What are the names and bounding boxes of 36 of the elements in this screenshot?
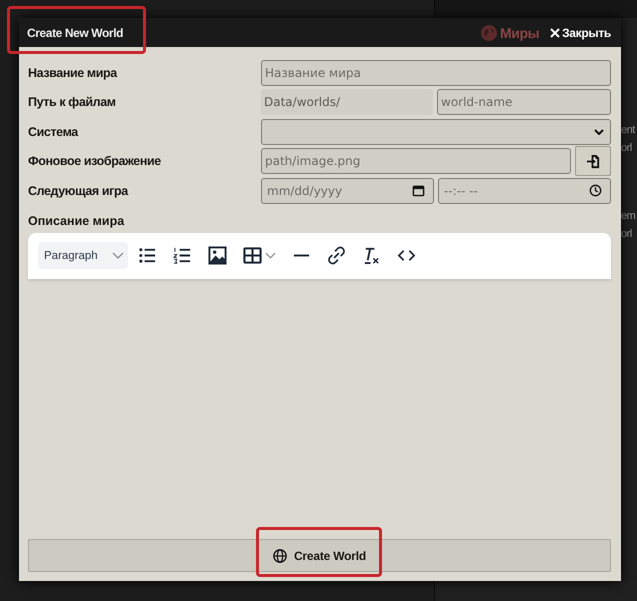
list-text: orl: [621, 227, 632, 242]
input-field[interactable]: world-name: [437, 89, 611, 116]
close-icon: [550, 28, 560, 38]
clock-icon: [589, 184, 602, 198]
section-label: Описание мира: [28, 214, 126, 228]
file-picker-button[interactable]: [575, 146, 611, 176]
field-label: Путь к файлам: [28, 95, 117, 110]
field-label: Следующая игра: [28, 184, 130, 198]
globe-icon: [481, 25, 497, 41]
bullet-list-icon[interactable]: [138, 246, 157, 265]
format-dropdown[interactable]: Paragraph: [38, 242, 128, 269]
link-icon[interactable]: [327, 246, 346, 265]
input-field[interactable]: path/image.png: [261, 148, 571, 174]
list-text: orl: [621, 141, 632, 156]
list-text: em: [621, 209, 636, 224]
chevron-icon: [594, 128, 604, 135]
file-import-icon: [586, 154, 600, 169]
select-field[interactable]: [261, 118, 611, 145]
globe-icon: [272, 548, 287, 562]
create-button[interactable]: Create World: [28, 539, 611, 572]
panel-title: Миры: [500, 25, 540, 41]
input-field[interactable]: Название мира: [261, 60, 611, 86]
window-title: Create New World: [27, 26, 124, 40]
table-icon[interactable]: [243, 246, 262, 265]
field-label: Название мира: [28, 66, 118, 80]
close-button[interactable]: Закрыть: [550, 26, 611, 40]
numbered-list-icon[interactable]: [173, 246, 192, 265]
clear-format-icon[interactable]: [362, 246, 381, 265]
chevron-icon[interactable]: [265, 252, 276, 259]
calendar-icon: [412, 184, 425, 198]
chevron-icon: [112, 252, 124, 259]
path-prefix: Data/worlds/: [261, 89, 433, 116]
field-label: Система: [28, 124, 80, 139]
list-text: ent: [621, 123, 635, 138]
field-label: Фоновое изображение: [28, 154, 162, 168]
image-icon[interactable]: [208, 246, 227, 265]
